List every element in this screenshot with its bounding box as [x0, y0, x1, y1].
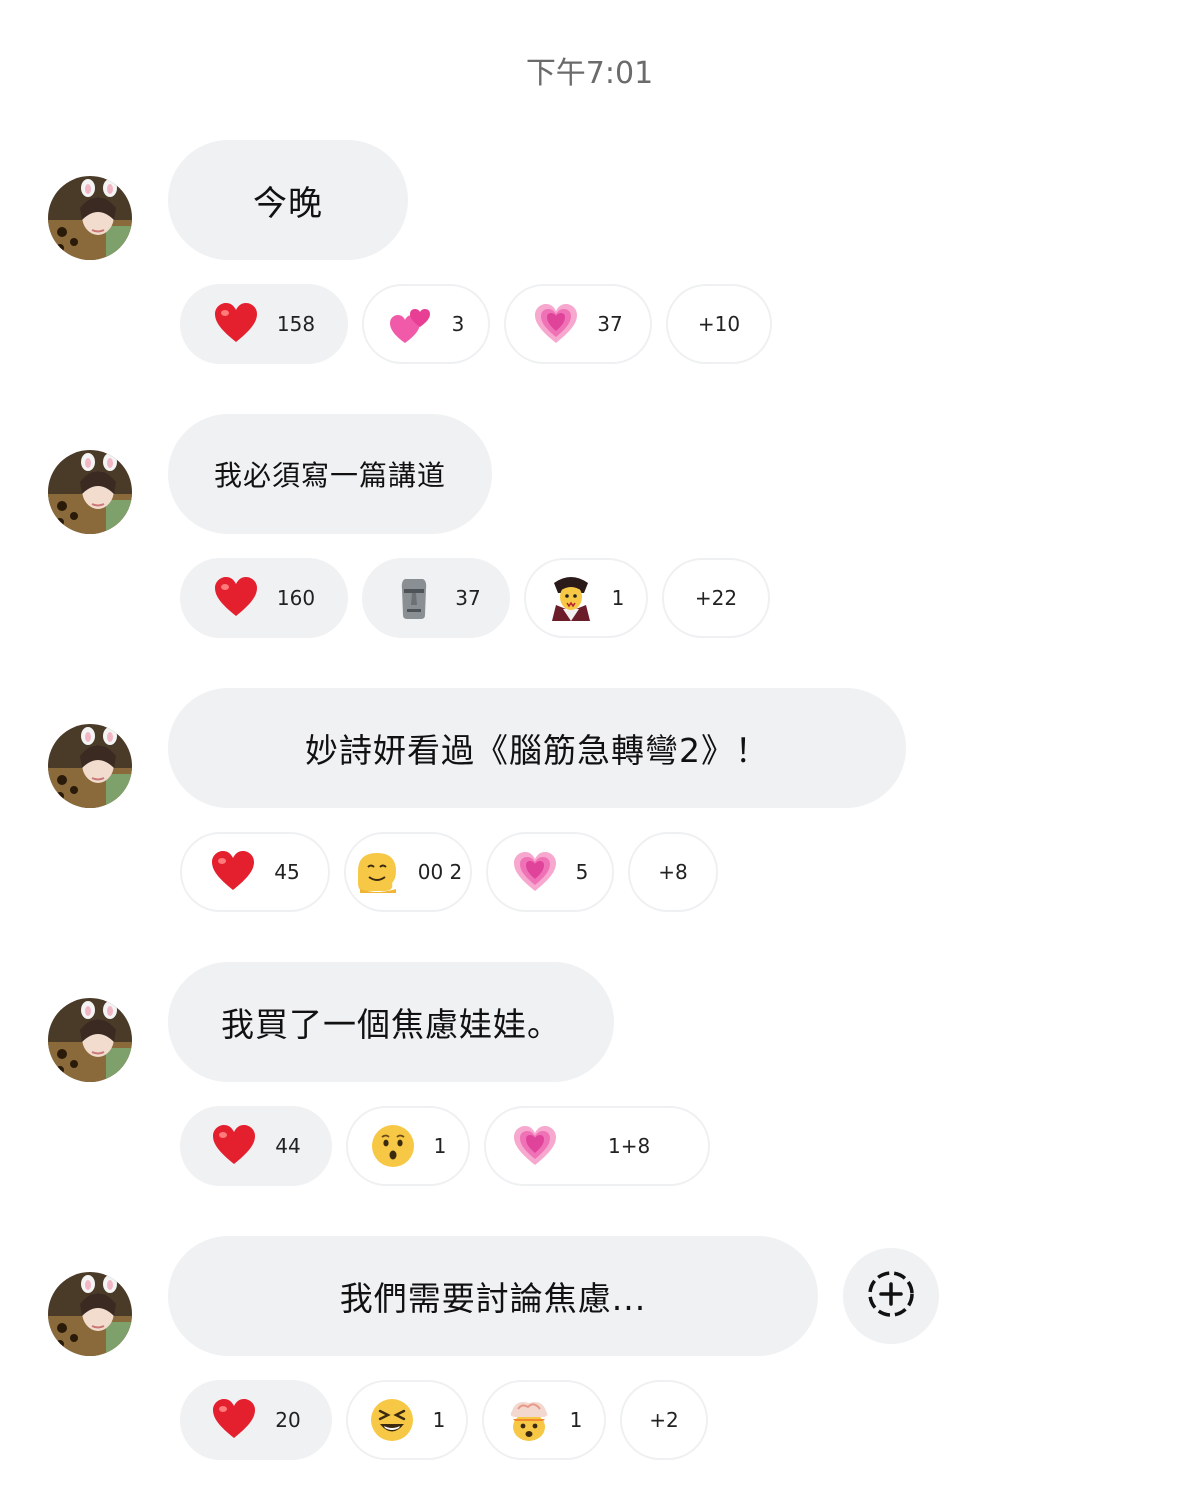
message-bubble[interactable]: 我買了一個焦慮娃娃。	[168, 962, 614, 1082]
red-heart-icon	[213, 301, 259, 347]
reaction-count: 158	[276, 312, 316, 336]
melting-face-icon	[354, 849, 400, 895]
reaction-count: 5	[575, 860, 589, 884]
reaction-count: 44	[275, 1134, 301, 1158]
timestamp: 下午7:01	[525, 56, 654, 91]
more-reactions-chip[interactable]: +2	[620, 1380, 708, 1460]
reaction-chip[interactable]: 160	[180, 558, 348, 638]
reaction-count: +8	[658, 860, 688, 884]
reaction-count: 1	[433, 1134, 447, 1158]
reaction-chip[interactable]: 1	[524, 558, 648, 638]
reaction-chip[interactable]: 44	[180, 1106, 332, 1186]
reaction-chip[interactable]: 1	[482, 1380, 606, 1460]
add-reaction-button[interactable]	[843, 1248, 939, 1344]
reaction-count: 1	[432, 1408, 446, 1432]
message-text: 妙詩妍看過《腦筋急轉彎2》！	[305, 731, 769, 770]
reaction-count: 37	[455, 586, 481, 610]
reaction-chip[interactable]: 3	[362, 284, 490, 364]
reaction-count: 1	[569, 1408, 583, 1432]
reaction-chip[interactable]: 1+8	[484, 1106, 710, 1186]
reaction-count: 00 2	[417, 860, 463, 884]
message-text: 我買了一個焦慮娃娃。	[221, 1005, 561, 1044]
message-bubble[interactable]: 我必須寫一篇講道	[168, 414, 492, 534]
reaction-count: 1	[611, 586, 625, 610]
more-reactions-chip[interactable]: +10	[666, 284, 772, 364]
avatar[interactable]	[48, 1272, 132, 1356]
reaction-count: +2	[649, 1408, 679, 1432]
squinting-face-icon	[369, 1397, 415, 1443]
reaction-chip[interactable]: 20	[180, 1380, 332, 1460]
message-text: 我們需要討論焦慮...	[339, 1279, 647, 1318]
avatar[interactable]	[48, 724, 132, 808]
reaction-chip[interactable]: 37	[504, 284, 652, 364]
message-bubble[interactable]: 妙詩妍看過《腦筋急轉彎2》！	[168, 688, 906, 808]
reaction-chip[interactable]: 1	[346, 1106, 470, 1186]
red-heart-icon	[211, 1397, 257, 1443]
avatar[interactable]	[48, 998, 132, 1082]
two-hearts-icon	[388, 301, 434, 347]
reaction-count: +22	[694, 586, 738, 610]
message-bubble[interactable]: 我們需要討論焦慮...	[168, 1236, 818, 1356]
reaction-chip[interactable]: 37	[362, 558, 510, 638]
reaction-chip[interactable]: 45	[180, 832, 330, 912]
more-reactions-chip[interactable]: +22	[662, 558, 770, 638]
message-bubble[interactable]: 今晚	[168, 140, 408, 260]
vampire-icon	[548, 575, 594, 621]
reaction-count: 37	[597, 312, 623, 336]
growing-heart-icon	[533, 301, 579, 347]
avatar[interactable]	[48, 176, 132, 260]
reaction-chip[interactable]: 158	[180, 284, 348, 364]
reaction-count: 160	[276, 586, 316, 610]
reaction-chip[interactable]: 1	[346, 1380, 468, 1460]
add-reaction-icon	[866, 1269, 916, 1323]
reaction-count: 45	[274, 860, 300, 884]
reaction-count: 20	[275, 1408, 301, 1432]
hushed-face-icon	[370, 1123, 416, 1169]
moai-icon	[391, 575, 437, 621]
red-heart-icon	[211, 1123, 257, 1169]
reaction-count: +10	[697, 312, 741, 336]
reaction-count: 3	[451, 312, 465, 336]
exploding-head-icon	[506, 1397, 552, 1443]
message-text: 今晚	[253, 183, 323, 224]
reaction-chip[interactable]: 5	[486, 832, 614, 912]
reaction-count: 1+8	[608, 1134, 651, 1158]
message-text: 我必須寫一篇講道	[213, 459, 446, 492]
growing-heart-icon	[512, 849, 558, 895]
growing-heart-icon	[512, 1123, 558, 1169]
red-heart-icon	[210, 849, 256, 895]
reaction-chip[interactable]: 00 2	[344, 832, 472, 912]
red-heart-icon	[213, 575, 259, 621]
more-reactions-chip[interactable]: +8	[628, 832, 718, 912]
avatar[interactable]	[48, 450, 132, 534]
